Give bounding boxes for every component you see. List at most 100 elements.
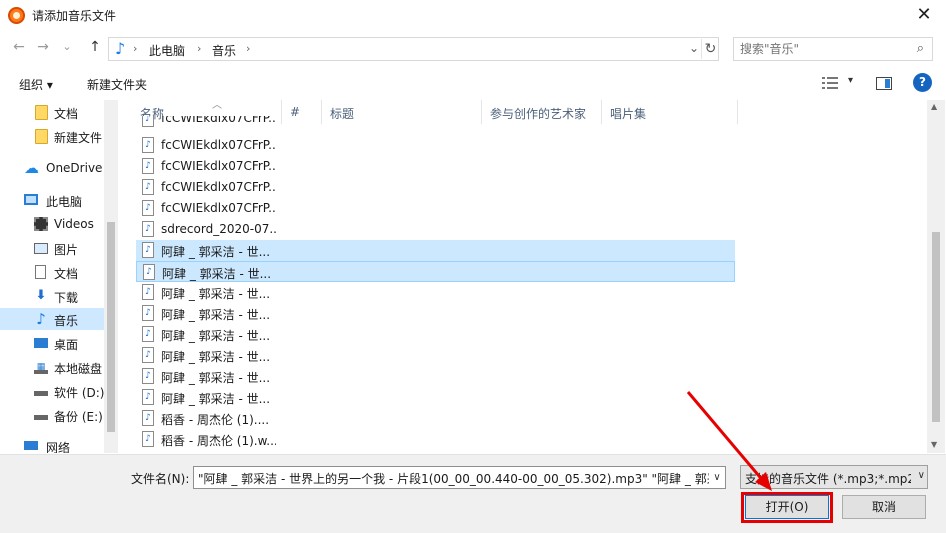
sidebar-item-network[interactable]: 网络 xyxy=(0,435,104,453)
list-item[interactable]: ♪ fcCWIEkdlx07CFrP... xyxy=(136,177,735,198)
list-item[interactable]: ♪ 阿肆 _ 郭采洁 - 世... xyxy=(136,324,735,345)
list-item[interactable]: ♪ 稻香 - 周杰伦 (1).w... xyxy=(136,429,735,450)
sidebar-item-label: 新建文件 xyxy=(54,131,103,145)
audio-file-icon: ♪ xyxy=(142,137,154,153)
file-type-select[interactable]: 支持的音乐文件 (*.mp3;*.mp2 ∨ xyxy=(740,465,928,489)
sidebar-item-local-disk[interactable]: ▦ 本地磁盘 xyxy=(0,356,104,378)
up-button[interactable]: ↑ xyxy=(86,38,104,56)
breadcrumb-music[interactable]: 音乐 xyxy=(212,42,236,59)
new-folder-button[interactable]: 新建文件夹 xyxy=(87,76,147,93)
help-icon[interactable]: ? xyxy=(913,73,932,92)
scroll-up-icon[interactable]: ▲ xyxy=(931,102,937,111)
scrollbar-thumb[interactable] xyxy=(932,232,940,422)
view-options-dropdown[interactable]: ▾ xyxy=(848,75,853,86)
sidebar-item-label: 图片 xyxy=(54,243,79,257)
sidebar-item-label: 音乐 xyxy=(54,314,79,328)
breadcrumb-this-pc[interactable]: 此电脑 xyxy=(149,42,185,59)
audio-file-icon: ♪ xyxy=(142,431,154,447)
list-item[interactable]: ♪ 阿肆 _ 郭采洁 - 世... xyxy=(136,303,735,324)
audio-file-icon: ♪ xyxy=(142,389,154,405)
chevron-down-icon[interactable]: ∨ xyxy=(709,467,725,488)
filename-input[interactable]: "阿肆 _ 郭采洁 - 世界上的另一个我 - 片段1(00_00_00.440-… xyxy=(193,466,726,489)
audio-file-icon: ♪ xyxy=(142,221,154,237)
sidebar-item-drive-e[interactable]: 备份 (E:) xyxy=(0,404,104,426)
file-name: fcCWIEkdlx07CFrP... xyxy=(161,201,276,215)
list-item[interactable]: ♪ 阿肆 _ 郭采洁 - 世... xyxy=(136,366,735,387)
file-name: 阿肆 _ 郭采洁 - 世... xyxy=(162,267,272,281)
file-name: 阿肆 _ 郭采洁 - 世... xyxy=(161,392,271,406)
search-input[interactable] xyxy=(740,39,900,59)
document-icon xyxy=(35,265,46,279)
search-icon[interactable]: ⌕ xyxy=(917,41,924,56)
list-item[interactable]: ♪ sdrecord_2020-07... xyxy=(136,219,735,240)
list-item[interactable]: ♪ 阿肆 _ 郭采洁 - 世... xyxy=(136,345,735,366)
sidebar-item-documents[interactable]: 文档 xyxy=(0,261,104,283)
file-name: sdrecord_2020-07... xyxy=(161,222,276,236)
file-name: fcCWIEkdlx07CFrP... xyxy=(161,180,276,194)
sidebar-item-label: 桌面 xyxy=(54,338,79,352)
recent-locations-button[interactable]: ⌄ xyxy=(58,38,76,56)
sidebar-item-this-pc[interactable]: 此电脑 xyxy=(0,189,104,211)
organize-button[interactable]: 组织 ▾ xyxy=(19,76,53,93)
view-details-icon[interactable] xyxy=(822,76,838,90)
address-bar[interactable]: ♪ › 此电脑 › 音乐 › ⌄ ↻ xyxy=(108,37,719,61)
sidebar-item-label: 软件 (D:) xyxy=(54,386,105,400)
sidebar-item-downloads[interactable]: ⬇ 下载 xyxy=(0,285,104,307)
list-item[interactable]: ♪ fcCWIEkdlx07CFrP... xyxy=(136,135,735,156)
file-name: 阿肆 _ 郭采洁 - 世... xyxy=(161,350,271,364)
file-list-scrollbar[interactable]: ▲ ▼ xyxy=(927,100,945,453)
list-item-selected[interactable]: ♪ 阿肆 _ 郭采洁 - 世... xyxy=(136,261,735,282)
list-item-selected[interactable]: ♪ 阿肆 _ 郭采洁 - 世... xyxy=(136,240,735,261)
chevron-down-icon[interactable]: ∨ xyxy=(918,470,925,481)
file-name: 阿肆 _ 郭采洁 - 世... xyxy=(161,308,271,322)
forward-button[interactable]: → xyxy=(34,38,52,56)
download-icon: ⬇ xyxy=(35,288,47,303)
sidebar-item-desktop[interactable]: 桌面 xyxy=(0,332,104,354)
audio-file-icon: ♪ xyxy=(142,368,154,384)
sidebar-item-new-folder[interactable]: 新建文件 xyxy=(0,125,104,147)
list-item[interactable]: ♪ 稻香 - 周杰伦 (1).... xyxy=(136,408,735,429)
sidebar-item-drive-d[interactable]: 软件 (D:) xyxy=(0,380,104,402)
sidebar-item-music[interactable]: ♪ 音乐 xyxy=(0,308,104,330)
navigation-pane: 文档 新建文件 ☁ OneDrive 此电脑 Videos 图片 文档 ⬇ 下载… xyxy=(0,100,118,453)
command-toolbar: 组织 ▾ 新建文件夹 ▾ ? xyxy=(0,68,946,100)
window-title: 请添加音乐文件 xyxy=(32,9,117,23)
scroll-down-icon[interactable]: ▼ xyxy=(931,440,937,449)
file-type-value: 支持的音乐文件 (*.mp3;*.mp2 xyxy=(745,472,911,486)
list-item[interactable]: ♪ fcCWIEkdlx07CFrP... xyxy=(136,156,735,177)
breadcrumb-separator[interactable]: › xyxy=(197,42,201,55)
breadcrumb-separator[interactable]: › xyxy=(246,42,250,55)
scrollbar-thumb[interactable] xyxy=(107,222,115,432)
list-item[interactable]: ♪ fcCWIEkdlx07CFrP... xyxy=(136,116,735,130)
sidebar-item-label: 文档 xyxy=(54,107,79,121)
cancel-button[interactable]: 取消 xyxy=(842,495,926,519)
sidebar-item-label: 本地磁盘 xyxy=(54,362,103,376)
audio-file-icon: ♪ xyxy=(142,242,154,258)
sidebar-item-documents-folder[interactable]: 文档 xyxy=(0,101,104,123)
file-name: fcCWIEkdlx07CFrP... xyxy=(161,138,276,152)
list-item[interactable]: ♪ 阿肆 _ 郭采洁 - 世... xyxy=(136,387,735,408)
sidebar-item-label: OneDrive xyxy=(46,161,103,175)
search-box[interactable]: ⌕ xyxy=(733,37,933,61)
sidebar-item-label: 下载 xyxy=(54,291,79,305)
close-button[interactable]: ✕ xyxy=(912,4,936,28)
sidebar-item-videos[interactable]: Videos xyxy=(0,213,104,235)
back-button[interactable]: ← xyxy=(10,38,28,56)
music-icon: ♪ xyxy=(36,310,46,328)
preview-pane-icon[interactable] xyxy=(876,77,892,90)
refresh-icon[interactable]: ↻ xyxy=(701,39,719,59)
audio-file-icon: ♪ xyxy=(142,326,154,342)
audio-file-icon: ♪ xyxy=(142,158,154,174)
sidebar-item-onedrive[interactable]: ☁ OneDrive xyxy=(0,157,104,179)
file-name: 阿肆 _ 郭采洁 - 世... xyxy=(161,287,271,301)
breadcrumb-separator[interactable]: › xyxy=(133,42,137,55)
computer-icon xyxy=(24,194,38,205)
list-item[interactable]: ♪ 阿肆 _ 郭采洁 - 世... xyxy=(136,282,735,303)
sidebar-item-label: Videos xyxy=(54,217,94,231)
list-item[interactable]: ♪ fcCWIEkdlx07CFrP... xyxy=(136,198,735,219)
sort-ascending-icon: ︿ xyxy=(212,100,222,111)
sidebar-item-label: 此电脑 xyxy=(46,195,83,209)
sidebar-item-pictures[interactable]: 图片 xyxy=(0,237,104,259)
navigation-scrollbar[interactable] xyxy=(104,100,118,453)
file-name: 阿肆 _ 郭采洁 - 世... xyxy=(161,371,271,385)
